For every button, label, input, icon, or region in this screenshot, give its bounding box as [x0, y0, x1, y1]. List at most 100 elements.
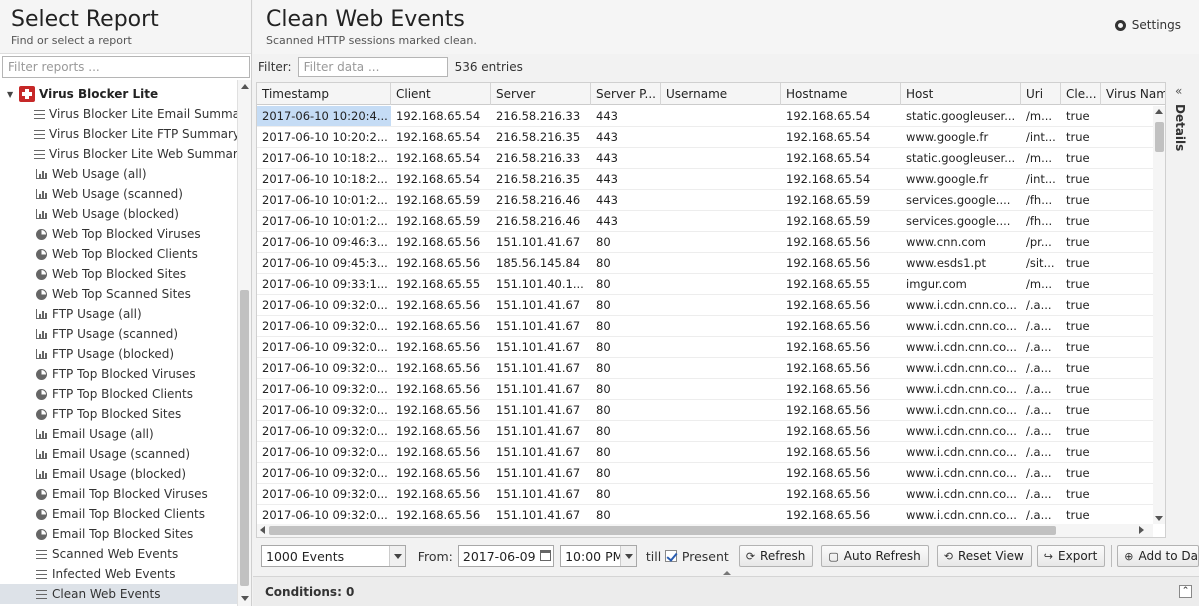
tree-item-report[interactable]: Email Top Blocked Viruses [0, 484, 237, 504]
table-row[interactable]: 2017-06-10 10:20:2... 192.168.65.54 216.58… [257, 127, 1153, 148]
table-row[interactable]: 2017-06-10 09:32:0... 192.168.65.56 151.10… [257, 295, 1153, 316]
table-cell: 216.58.216.46 [496, 214, 581, 228]
add-to-dashboard-button[interactable]: ⊕ Add to Da [1117, 545, 1199, 567]
table-row[interactable]: 2017-06-10 09:32:0... 192.168.65.56 151.10… [257, 379, 1153, 400]
tree-scrollbar[interactable] [237, 80, 251, 606]
conditions-bar[interactable]: Conditions: 0 ⌃ [253, 576, 1199, 606]
table-row[interactable]: 2017-06-10 09:32:0... 192.168.65.56 151.10… [257, 358, 1153, 379]
details-panel-tab[interactable]: « Details [1171, 82, 1191, 152]
column-header[interactable]: Timestamp [257, 83, 391, 105]
table-row[interactable]: 2017-06-10 09:32:0... 192.168.65.56 151.10… [257, 421, 1153, 442]
grid-hscroll-thumb[interactable] [269, 526, 1056, 535]
report-view-panel: Clean Web Events Scanned HTTP sessions m… [253, 0, 1199, 606]
scroll-up-icon[interactable] [241, 84, 249, 89]
calendar-icon[interactable] [540, 550, 552, 561]
table-row[interactable]: 2017-06-10 09:32:0... 192.168.65.56 151.10… [257, 484, 1153, 505]
pie-chart-icon [34, 228, 48, 240]
report-filter-input[interactable] [2, 56, 250, 78]
table-row[interactable]: 2017-06-10 09:32:0... 192.168.65.56 151.10… [257, 337, 1153, 358]
table-row[interactable]: 2017-06-10 09:32:0... 192.168.65.56 151.10… [257, 316, 1153, 337]
from-time-select[interactable]: 10:00 PM [560, 545, 637, 567]
tree-item-report[interactable]: FTP Usage (all) [0, 304, 237, 324]
scroll-left-icon[interactable] [260, 526, 265, 534]
tree-item-report[interactable]: Email Top Blocked Sites [0, 524, 237, 544]
tree-item-report[interactable]: Clean Web Events [0, 584, 237, 604]
tree-app-virus-blocker-lite[interactable]: ▼ Virus Blocker Lite [0, 84, 237, 104]
table-cell: services.google.... [906, 214, 1011, 228]
tree-item-report[interactable]: FTP Top Blocked Clients [0, 384, 237, 404]
table-cell: 192.168.65.54 [786, 130, 871, 144]
tree-item-report[interactable]: Web Top Blocked Clients [0, 244, 237, 264]
tree-item-report[interactable]: Email Top Blocked Clients [0, 504, 237, 524]
events-limit-select[interactable]: 1000 Events [261, 545, 406, 567]
tree-item-report[interactable]: Email Usage (all) [0, 424, 237, 444]
tree-item-report[interactable]: Email Usage (scanned) [0, 444, 237, 464]
tree-item-report[interactable]: Email Usage (blocked) [0, 464, 237, 484]
grid-vscroll-thumb[interactable] [1155, 122, 1164, 152]
table-row[interactable]: 2017-06-10 09:32:0... 192.168.65.56 151.10… [257, 505, 1153, 524]
table-row[interactable]: 2017-06-10 09:45:3... 192.168.65.56 185.56… [257, 253, 1153, 274]
table-cell: 2017-06-10 09:32:0... [262, 361, 388, 375]
tree-item-report[interactable]: FTP Usage (scanned) [0, 324, 237, 344]
table-row[interactable]: 2017-06-10 09:46:3... 192.168.65.56 151.10… [257, 232, 1153, 253]
column-header[interactable]: Server P... [591, 83, 661, 105]
table-cell [1101, 232, 1153, 252]
data-filter-input[interactable] [297, 57, 448, 77]
expand-icon[interactable]: ⌃ [1179, 585, 1192, 598]
table-row[interactable]: 2017-06-10 10:01:2... 192.168.65.59 216.58… [257, 211, 1153, 232]
column-header[interactable]: Cle... [1061, 83, 1101, 105]
tree-expand-icon[interactable]: ▼ [7, 90, 17, 99]
column-header[interactable]: Username [661, 83, 781, 105]
tree-item-report[interactable]: FTP Top Blocked Viruses [0, 364, 237, 384]
scroll-up-icon[interactable] [1155, 109, 1163, 114]
grid-horizontal-scrollbar[interactable] [257, 524, 1153, 537]
column-header[interactable]: Uri [1021, 83, 1061, 105]
column-header[interactable]: Hostname [781, 83, 901, 105]
tree-item-report[interactable]: Web Top Blocked Sites [0, 264, 237, 284]
table-row[interactable]: 2017-06-10 09:32:0... 192.168.65.56 151.10… [257, 400, 1153, 421]
tree-scroll-thumb[interactable] [240, 290, 249, 586]
column-header[interactable]: Virus Nam [1101, 83, 1165, 105]
chevron-down-icon[interactable] [619, 546, 636, 566]
column-header[interactable]: Server [491, 83, 591, 105]
scroll-down-icon[interactable] [1155, 516, 1163, 521]
events-grid: Timestamp Client Server Server P... Username… [256, 82, 1166, 538]
table-row[interactable]: 2017-06-10 09:32:0... 192.168.65.56 151.10… [257, 442, 1153, 463]
refresh-button[interactable]: ⟳ Refresh [738, 545, 814, 567]
scroll-right-icon[interactable] [1139, 526, 1144, 534]
present-checkbox[interactable] [665, 550, 677, 562]
conditions-label: Conditions: 0 [265, 584, 355, 599]
table-cell: 151.101.41.67 [496, 487, 581, 501]
from-date-field[interactable]: 2017-06-09 [457, 545, 555, 567]
table-row[interactable]: 2017-06-10 10:01:2... 192.168.65.59 216.58… [257, 190, 1153, 211]
table-row[interactable]: 2017-06-10 10:18:2... 192.168.65.54 216.58… [257, 169, 1153, 190]
table-row[interactable]: 2017-06-10 09:32:0... 192.168.65.56 151.10… [257, 463, 1153, 484]
table-row[interactable]: 2017-06-10 10:18:2... 192.168.65.54 216.58… [257, 148, 1153, 169]
scroll-down-icon[interactable] [241, 596, 249, 601]
grid-vertical-scrollbar[interactable] [1153, 106, 1165, 524]
reset-view-button[interactable]: ⟲ Reset View [936, 545, 1032, 567]
tree-item-report[interactable]: Web Usage (scanned) [0, 184, 237, 204]
column-header[interactable]: Client [391, 83, 491, 105]
table-row[interactable]: 2017-06-10 09:33:1... 192.168.65.55 151.10… [257, 274, 1153, 295]
tree-item-report[interactable]: Web Top Blocked Viruses [0, 224, 237, 244]
tree-item-report[interactable]: FTP Top Blocked Sites [0, 404, 237, 424]
tree-item-report[interactable]: Infected Web Events [0, 564, 237, 584]
tree-item-report[interactable]: Virus Blocker Lite Email Summary [0, 104, 237, 124]
present-label: Present [681, 548, 729, 564]
double-chevron-left-icon[interactable]: « [1175, 84, 1182, 98]
tree-item-report[interactable]: Scanned Web Events [0, 544, 237, 564]
table-row[interactable]: 2017-06-10 10:20:4... 192.168.65.54 216.58… [257, 106, 1153, 127]
settings-button[interactable]: Settings [1114, 18, 1181, 32]
chevron-down-icon[interactable] [388, 546, 405, 566]
tree-item-report[interactable]: Web Top Scanned Sites [0, 284, 237, 304]
tree-item-report[interactable]: Virus Blocker Lite Web Summary [0, 144, 237, 164]
bar-chart-icon [34, 329, 48, 339]
export-button[interactable]: ↪ Export [1036, 545, 1106, 567]
tree-item-report[interactable]: Web Usage (blocked) [0, 204, 237, 224]
column-header[interactable]: Host [901, 83, 1021, 105]
tree-item-report[interactable]: FTP Usage (blocked) [0, 344, 237, 364]
tree-item-report[interactable]: Web Usage (all) [0, 164, 237, 184]
tree-item-report[interactable]: Virus Blocker Lite FTP Summary [0, 124, 237, 144]
auto-refresh-button[interactable]: ▢ Auto Refresh [821, 545, 929, 567]
